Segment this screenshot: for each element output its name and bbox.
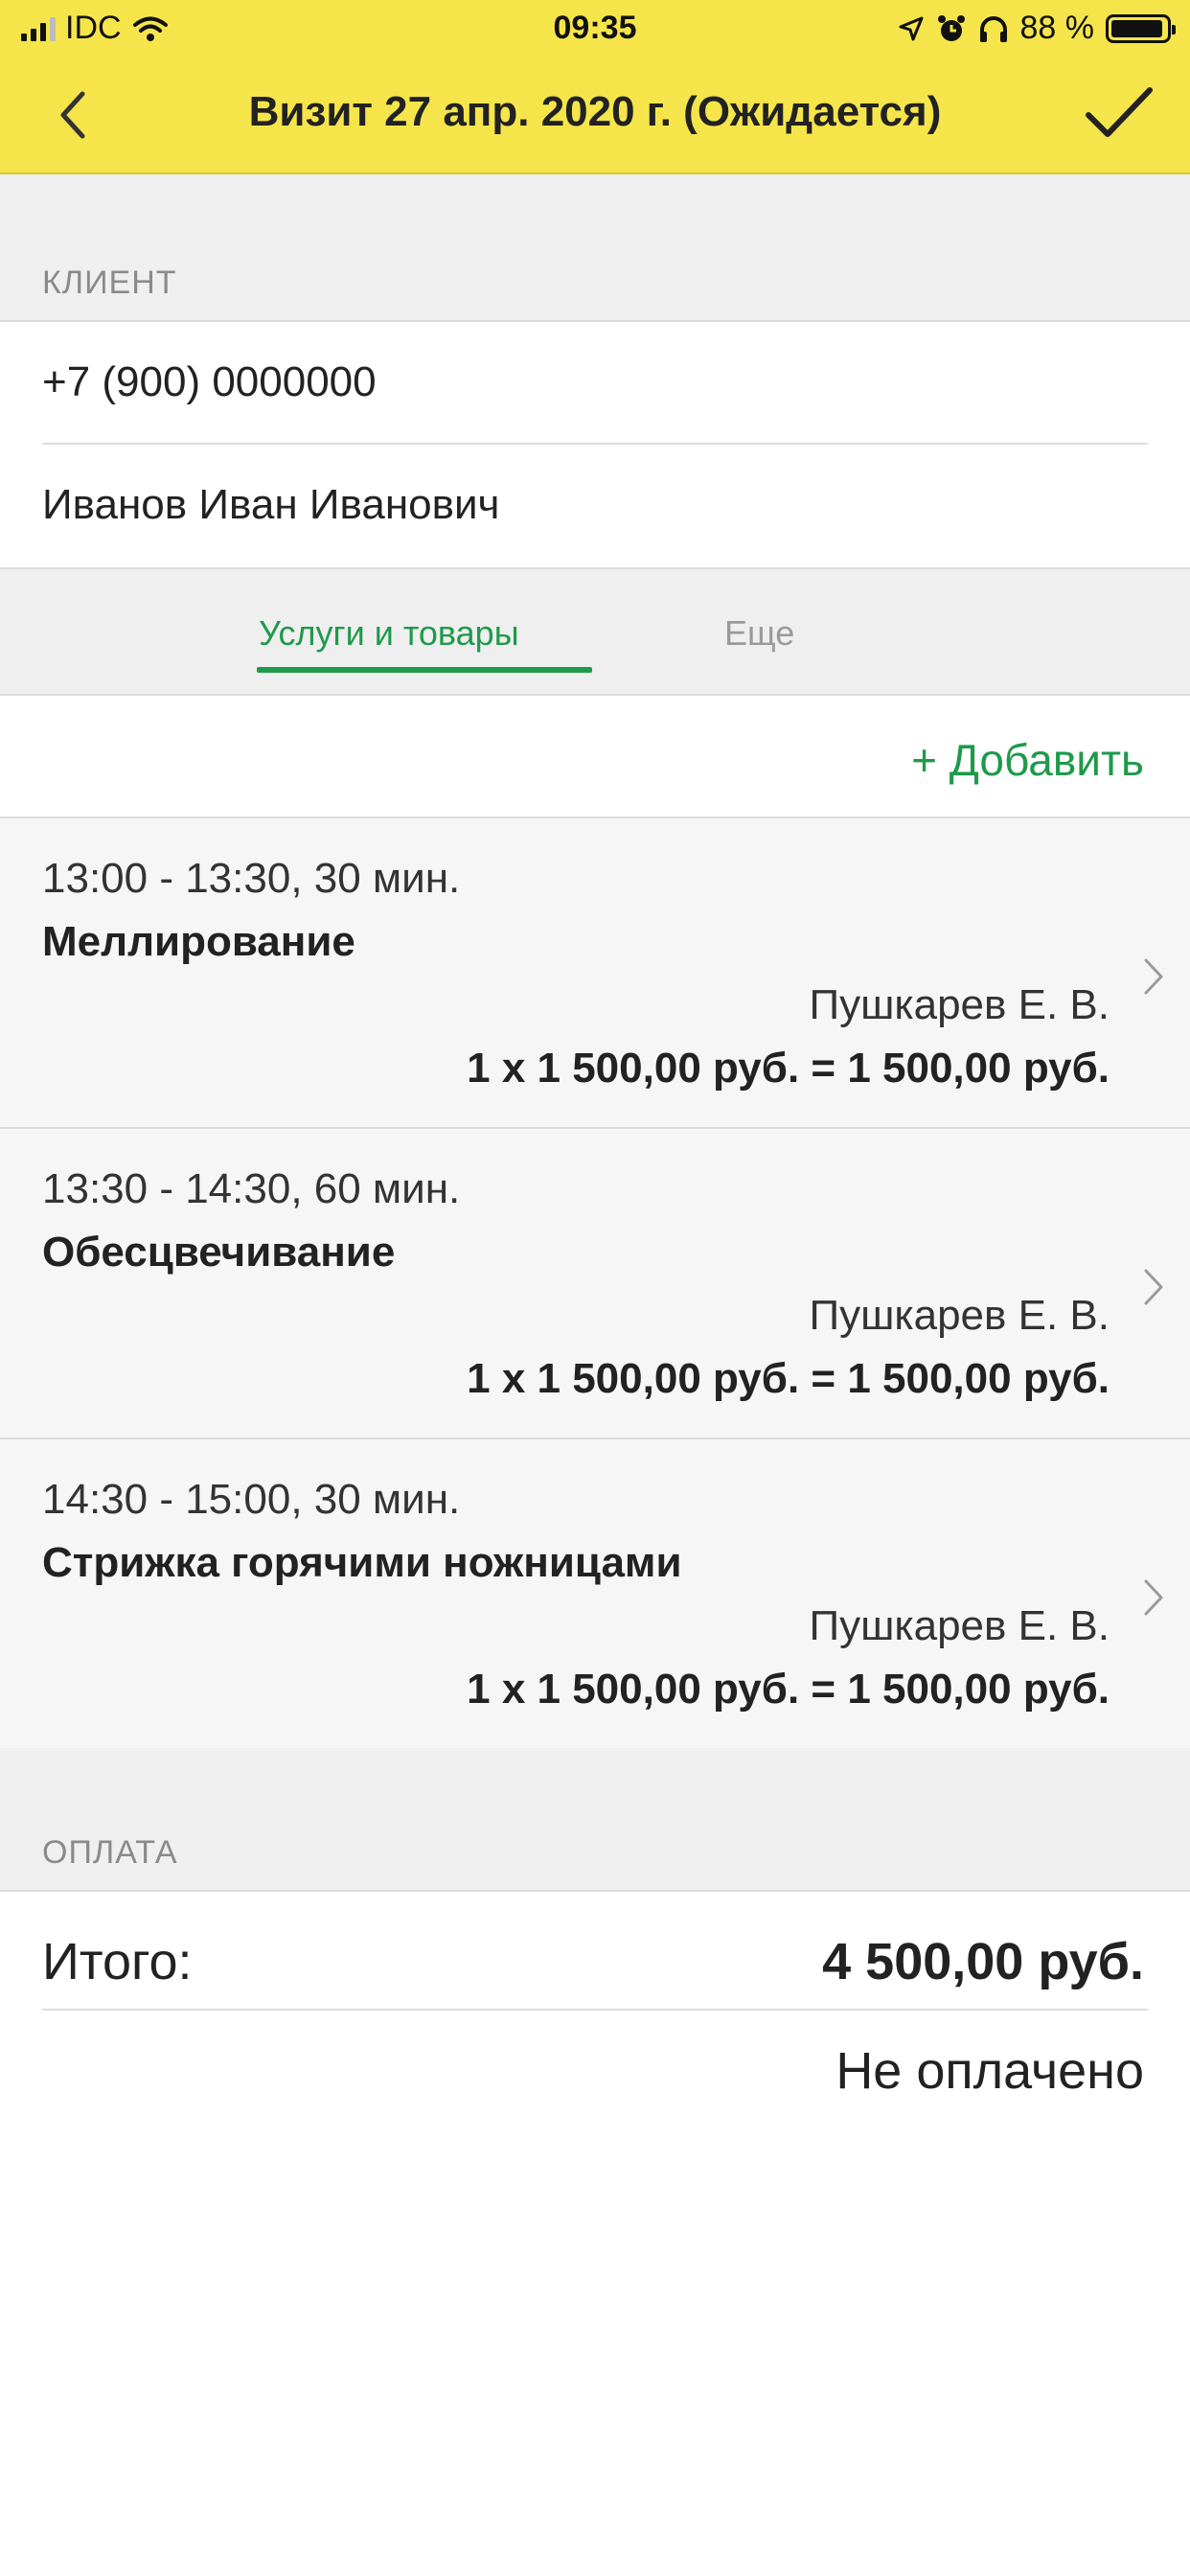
divider [0,694,1190,696]
tab-bar [0,569,1190,696]
checkmark-icon [1086,87,1153,137]
service-price: 1 x 1 500,00 руб. = 1 500,00 руб. [467,1045,1110,1092]
status-bar: IDC 09:35 88 % [0,0,1190,61]
service-master: Пушкарев Е. В. [809,1602,1110,1649]
service-name: Меллирование [42,918,355,965]
divider [42,443,1148,445]
client-section-header [0,174,1190,320]
headphones-icon [979,15,1007,42]
service-time: 14:30 - 15:00, 30 мин. [42,1476,461,1523]
battery-percent: 88 % [1019,10,1095,46]
divider [0,1890,1190,1892]
tab-more[interactable]: Еще [724,613,794,654]
chevron-right-icon [1144,1269,1163,1305]
client-section-label: КЛИЕНТ [42,264,177,301]
payment-section-header [0,1748,1190,1890]
navigation-bar: Визит 27 апр. 2020 г. (Ожидается) [0,77,1190,153]
service-name: Обесцвечивание [42,1229,396,1276]
add-button[interactable]: + Добавить [911,734,1144,786]
client-phone[interactable]: +7 (900) 0000000 [42,358,377,406]
divider [42,2009,1148,2011]
total-value: 4 500,00 руб. [822,1933,1144,1990]
done-button[interactable] [1075,77,1161,153]
payment-status: Не оплачено [835,2042,1144,2100]
location-arrow-icon [899,16,923,40]
tab-services-goods[interactable]: Услуги и товары [259,613,519,654]
tab-active-indicator [257,667,592,673]
header-bar: IDC 09:35 88 % Визит 27 апр. 2020 г. (Ож… [0,0,1190,174]
service-price: 1 x 1 500,00 руб. = 1 500,00 руб. [467,1355,1110,1402]
service-name: Стрижка горячими ножницами [42,1539,682,1586]
total-label: Итого: [42,1933,193,1990]
service-master: Пушкарев Е. В. [809,981,1110,1028]
service-price: 1 x 1 500,00 руб. = 1 500,00 руб. [467,1666,1110,1713]
chevron-right-icon [1144,958,1163,995]
service-master: Пушкарев Е. В. [809,1292,1110,1339]
divider [0,320,1190,322]
battery-icon [1106,13,1176,43]
page-title: Визит 27 апр. 2020 г. (Ожидается) [248,88,942,135]
service-time: 13:00 - 13:30, 30 мин. [42,855,461,902]
client-name[interactable]: Иванов Иван Иванович [42,481,499,529]
service-item[interactable]: 14:30 - 15:00, 30 мин. Стрижка горячими … [0,1439,1190,1748]
payment-section-label: ОПЛАТА [42,1834,178,1871]
service-item[interactable]: 13:30 - 14:30, 60 мин. Обесцвечивание Пу… [0,1129,1190,1438]
status-right: 88 % [898,10,1176,47]
service-item[interactable]: 13:00 - 13:30, 30 мин. Меллирование Пушк… [0,818,1190,1127]
alarm-clock-icon [937,14,965,41]
service-time: 13:30 - 14:30, 60 мин. [42,1165,461,1212]
chevron-right-icon [1144,1579,1163,1616]
